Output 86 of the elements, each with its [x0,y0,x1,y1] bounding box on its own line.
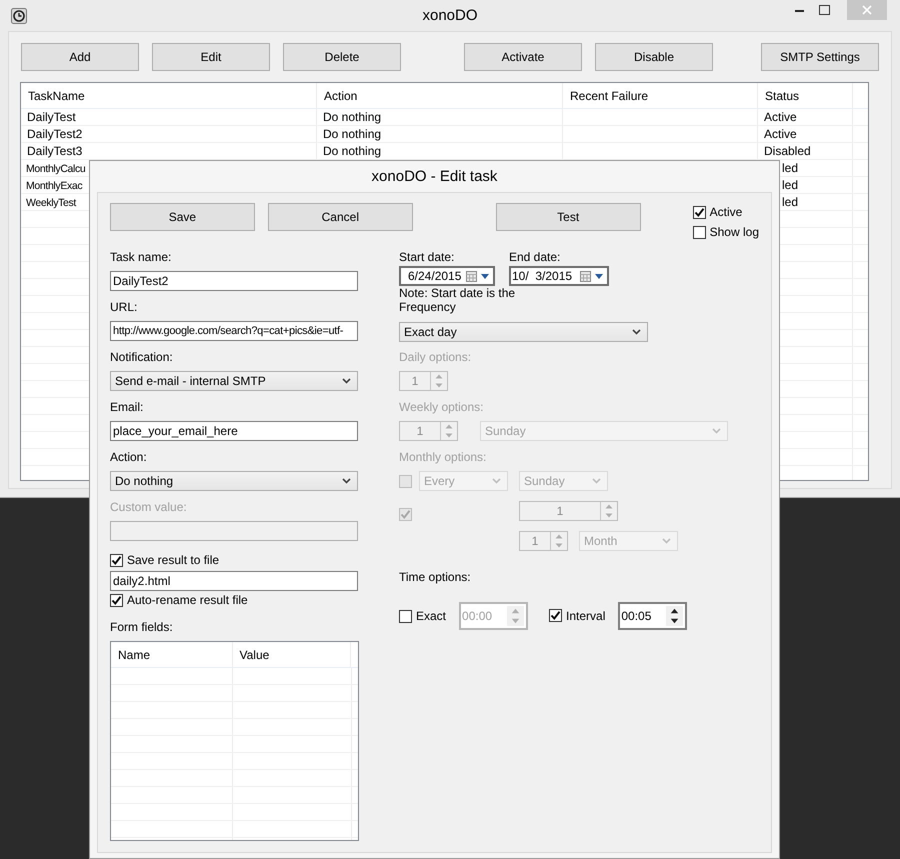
toolbar-button[interactable]: Activate [464,43,582,71]
field-label: Email: [110,400,144,414]
dropdown[interactable]: Send e-mail - internal SMTP [110,371,358,391]
dialog-button[interactable]: Test [496,203,641,231]
text-field[interactable]: http://www.google.com/search?q=cat+pics&ie=utf- [110,321,358,341]
field-label: Notification: [110,350,174,364]
minus-icon [795,8,804,12]
table-cell: WeeklyTest [26,196,76,210]
window-title: xonoDO [422,7,478,24]
checkbox-label: Auto-rename result file [127,593,248,607]
field-label: Action: [110,450,148,464]
table-cell: DailyTest [27,110,76,124]
chevron-icon [592,478,601,484]
field-label: Daily options: [399,350,472,364]
field-label: Weekly options: [399,400,484,414]
checkbox-label: Save result to file [127,553,220,567]
checkbox-label: Active [710,205,742,219]
dialog-button[interactable]: Cancel [268,203,413,231]
field-label: Task name: [110,250,172,264]
note-text: Note: Start date is the [399,286,516,300]
table-cell: MonthlyExac [26,179,82,193]
dialog-button[interactable]: Save [110,203,255,231]
column-header: Name [118,648,150,662]
field-label: Start date: [399,250,456,264]
checkbox[interactable] [110,594,123,606]
checkbox[interactable] [110,554,123,566]
time-spin-box[interactable]: 00:05 [618,602,688,630]
caret-icon [481,274,489,278]
date-picker[interactable]: 10/ 3/2015 [509,266,609,286]
table-cell: led [782,161,798,175]
dropdown[interactable]: Do nothing [110,471,358,491]
column-header: Recent Failure [570,88,648,102]
table-cell: led [782,178,798,192]
checkbox[interactable] [549,608,562,622]
clock-icon [11,8,27,24]
text-field[interactable]: daily2.html [110,571,358,591]
text-field[interactable]: DailyTest2 [110,271,358,291]
table-cell: Do nothing [323,144,382,158]
field-label: URL: [110,300,138,314]
toolbar-button[interactable]: Delete [283,43,401,71]
date-picker[interactable]: 6/24/2015 [399,266,495,286]
chevron-icon [492,478,501,484]
dropdown[interactable]: Exact day [399,322,648,342]
checkbox[interactable] [692,206,706,218]
checkbox-label: Interval [566,609,606,623]
chevron-icon [712,428,721,434]
column-header: TaskName [28,88,85,102]
field-label: Frequency [399,300,456,314]
table-cell: DailyTest2 [27,127,82,141]
field-label: Time options: [399,570,471,584]
close-button[interactable] [847,0,887,20]
chevron-icon [342,478,351,484]
toolbar-button[interactable]: Disable [595,43,713,71]
close-icon [862,5,872,15]
checkbox[interactable] [692,226,706,238]
spin-down-button[interactable] [666,616,684,626]
calendar-icon [466,270,477,282]
dialog-title: xonoDO - Edit task [372,168,498,185]
text-field[interactable]: place_your_email_here [110,421,358,441]
spin-up-button[interactable] [666,606,684,616]
chevron-icon [662,538,671,544]
field-label: Monthly options: [399,450,486,464]
table-cell: led [782,195,798,209]
column-header: Value [240,648,270,662]
toolbar-button[interactable]: Edit [152,43,270,71]
toolbar-button[interactable]: SMTP Settings [761,43,879,71]
field-label: Custom value: [110,500,188,514]
chevron-icon [632,329,641,335]
table-cell: Do nothing [323,127,382,141]
column-header: Action [324,88,358,102]
table-cell: Do nothing [323,110,382,124]
table-cell: DailyTest3 [27,144,82,158]
chevron-icon [342,378,351,384]
field-label: Form fields: [110,620,173,634]
table-cell: Active [764,127,797,141]
table-cell: Disabled [764,144,811,158]
table-cell: Active [764,110,797,124]
caret-icon [595,274,603,278]
table-cell: MonthlyCalcu [26,162,86,176]
square-icon [819,5,830,15]
calendar-icon [580,270,591,282]
column-header: Status [765,88,800,102]
checkbox-label: Exact [416,609,446,623]
toolbar-button[interactable]: Add [21,43,139,71]
checkbox-label: Show log [710,225,759,239]
field-label: End date: [509,250,562,264]
